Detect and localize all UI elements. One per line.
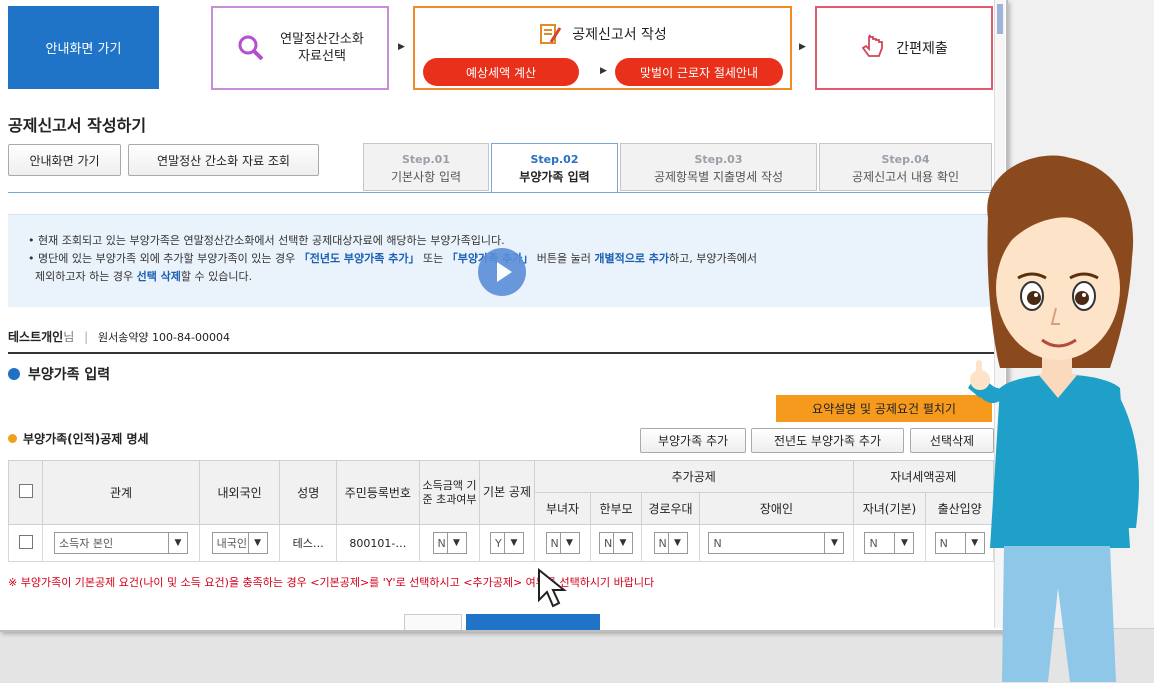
header-single-parent: 한부모 [590,492,642,525]
basic-deduction-select[interactable]: Y ▼ [490,532,525,554]
chevron-down-icon: ▼ [504,533,523,553]
step-select-data[interactable]: 연말정산간소화 자료선택 [211,6,389,90]
chevron-down-icon: ▼ [446,533,466,553]
elderly-select[interactable]: N ▼ [653,532,688,554]
tab-label: 공제항목별 지출명세 작성 [653,170,784,184]
select-all-cell[interactable] [7,460,44,525]
row-checkbox[interactable] [18,534,33,549]
bullet-icon [8,434,17,443]
relation-select[interactable]: 소득자 본인 ▼ [54,532,189,554]
play-video-icon[interactable] [478,248,526,296]
scrollbar-thumb[interactable] [997,4,1003,34]
home-button[interactable]: 안내화면 가기 [8,6,159,89]
header-name: 성명 [279,460,337,525]
tab-label: 기본사항 입력 [390,170,462,184]
magnifier-icon [238,35,264,61]
name-cell: 테스… [279,524,337,562]
dual-income-guide-button[interactable]: 맞벌이 근로자 절세안내 [615,58,783,86]
user-name: 테스트개인 [8,330,64,344]
bullet-icon [8,368,20,380]
header-woman: 부녀자 [533,492,592,525]
document-edit-icon [540,24,562,44]
header-additional: 추가공제 [533,460,854,493]
child-select[interactable]: N ▼ [864,532,915,554]
tab-step-number: Step.02 [530,153,579,166]
chevron-down-icon: ▼ [559,533,579,553]
header-basic: 기본 공제 [479,460,535,525]
rrn-cell: 800101-… [335,524,420,562]
tab-label: 부양가족 입력 [519,170,590,184]
nationality-select[interactable]: 내국인 ▼ [211,532,268,554]
header-elderly: 경로우대 [640,492,701,525]
user-info: 테스트개인님 | 원서송약양 100-84-00004 [8,328,230,345]
header-income: 소득금액 기준 초과여부 [418,460,481,525]
select-all-checkbox[interactable] [18,484,33,498]
header-nationality: 내외국인 [198,460,281,525]
chevron-down-icon: ▼ [168,533,187,553]
step-write-label: 공제신고서 작성 [572,27,667,43]
secondary-button[interactable] [404,614,462,630]
add-prev-year-dependent-button[interactable]: 전년도 부양가족 추가 [751,428,904,453]
header-relation: 관계 [42,460,200,525]
arrow-icon: ▶ [600,66,607,76]
browser-window: 안내화면 가기 연말정산간소화 자료선택 ▶ 공제신고서 작성 예상세액 계산 … [0,0,1008,632]
step-select-label-1: 연말정산간소화 [280,32,364,47]
mouse-cursor-icon [538,568,567,608]
tab-divider [8,192,994,193]
dependents-table: 관계 내외국인 성명 주민등록번호 소득금액 기준 초과여부 기본 공제 추가공… [7,460,995,562]
section-header: 부양가족 입력 [8,364,110,384]
header-child: 자녀(기본) [852,492,927,525]
tab-step-number: Step.03 [694,153,743,166]
header-disabled: 장애인 [699,492,854,525]
company-info: 원서송약양 100-84-00004 [97,331,230,344]
add-dependent-button[interactable]: 부양가족 추가 [640,428,746,453]
section-title: 부양가족 입력 [28,367,111,383]
step-submit-label: 간편제출 [896,41,948,57]
pointing-hand-icon [861,34,884,57]
tab-step1[interactable]: Step.01 기본사항 입력 [363,143,489,191]
guide-character-illustration [968,155,1139,682]
subsection-title: 부양가족(인적)공제 명세 [23,432,149,446]
info-line-1: • 현재 조회되고 있는 부양가족은 연말정산간소화에서 선택한 공제대상자료에… [28,234,505,247]
chevron-down-icon: ▼ [894,533,913,553]
arrow-icon: ▶ [398,42,405,52]
primary-button[interactable] [466,614,600,630]
divider [8,352,994,354]
simplified-data-lookup-button[interactable]: 연말정산 간소화 자료 조회 [128,144,319,176]
subsection-header: 부양가족(인적)공제 명세 [8,430,149,447]
step-simple-submit[interactable]: 간편제출 [815,6,993,90]
separator: | [84,330,89,344]
tab-step-number: Step.01 [401,153,450,166]
arrow-icon: ▶ [799,42,806,52]
step-select-label-2: 자료선택 [298,49,346,64]
estimate-tax-button[interactable]: 예상세액 계산 [423,58,579,86]
page-title: 공제신고서 작성하기 [8,116,147,135]
chevron-down-icon: ▼ [667,533,687,553]
chevron-down-icon: ▼ [824,533,843,553]
single-parent-select[interactable]: N ▼ [599,532,633,554]
header-rrn: 주민등록번호 [335,460,420,525]
chevron-down-icon: ▼ [247,533,267,553]
disabled-select[interactable]: N ▼ [708,532,845,554]
step-write-report: 공제신고서 작성 예상세액 계산 ▶ 맞벌이 근로자 절세안내 [413,6,792,90]
tab-step2[interactable]: Step.02 부양가족 입력 [491,143,618,193]
income-select[interactable]: N ▼ [432,532,467,554]
chevron-down-icon: ▼ [613,533,632,553]
user-suffix: 님 [63,330,75,344]
tab-step3[interactable]: Step.03 공제항목별 지출명세 작성 [620,143,817,191]
table-row: 소득자 본인 ▼ 내국인 ▼ 테스… 800101-… N ▼ Y ▼ N ▼ N ▼ N ▼… [7,524,994,562]
guide-page-button[interactable]: 안내화면 가기 [8,144,121,176]
woman-select[interactable]: N ▼ [545,532,580,554]
